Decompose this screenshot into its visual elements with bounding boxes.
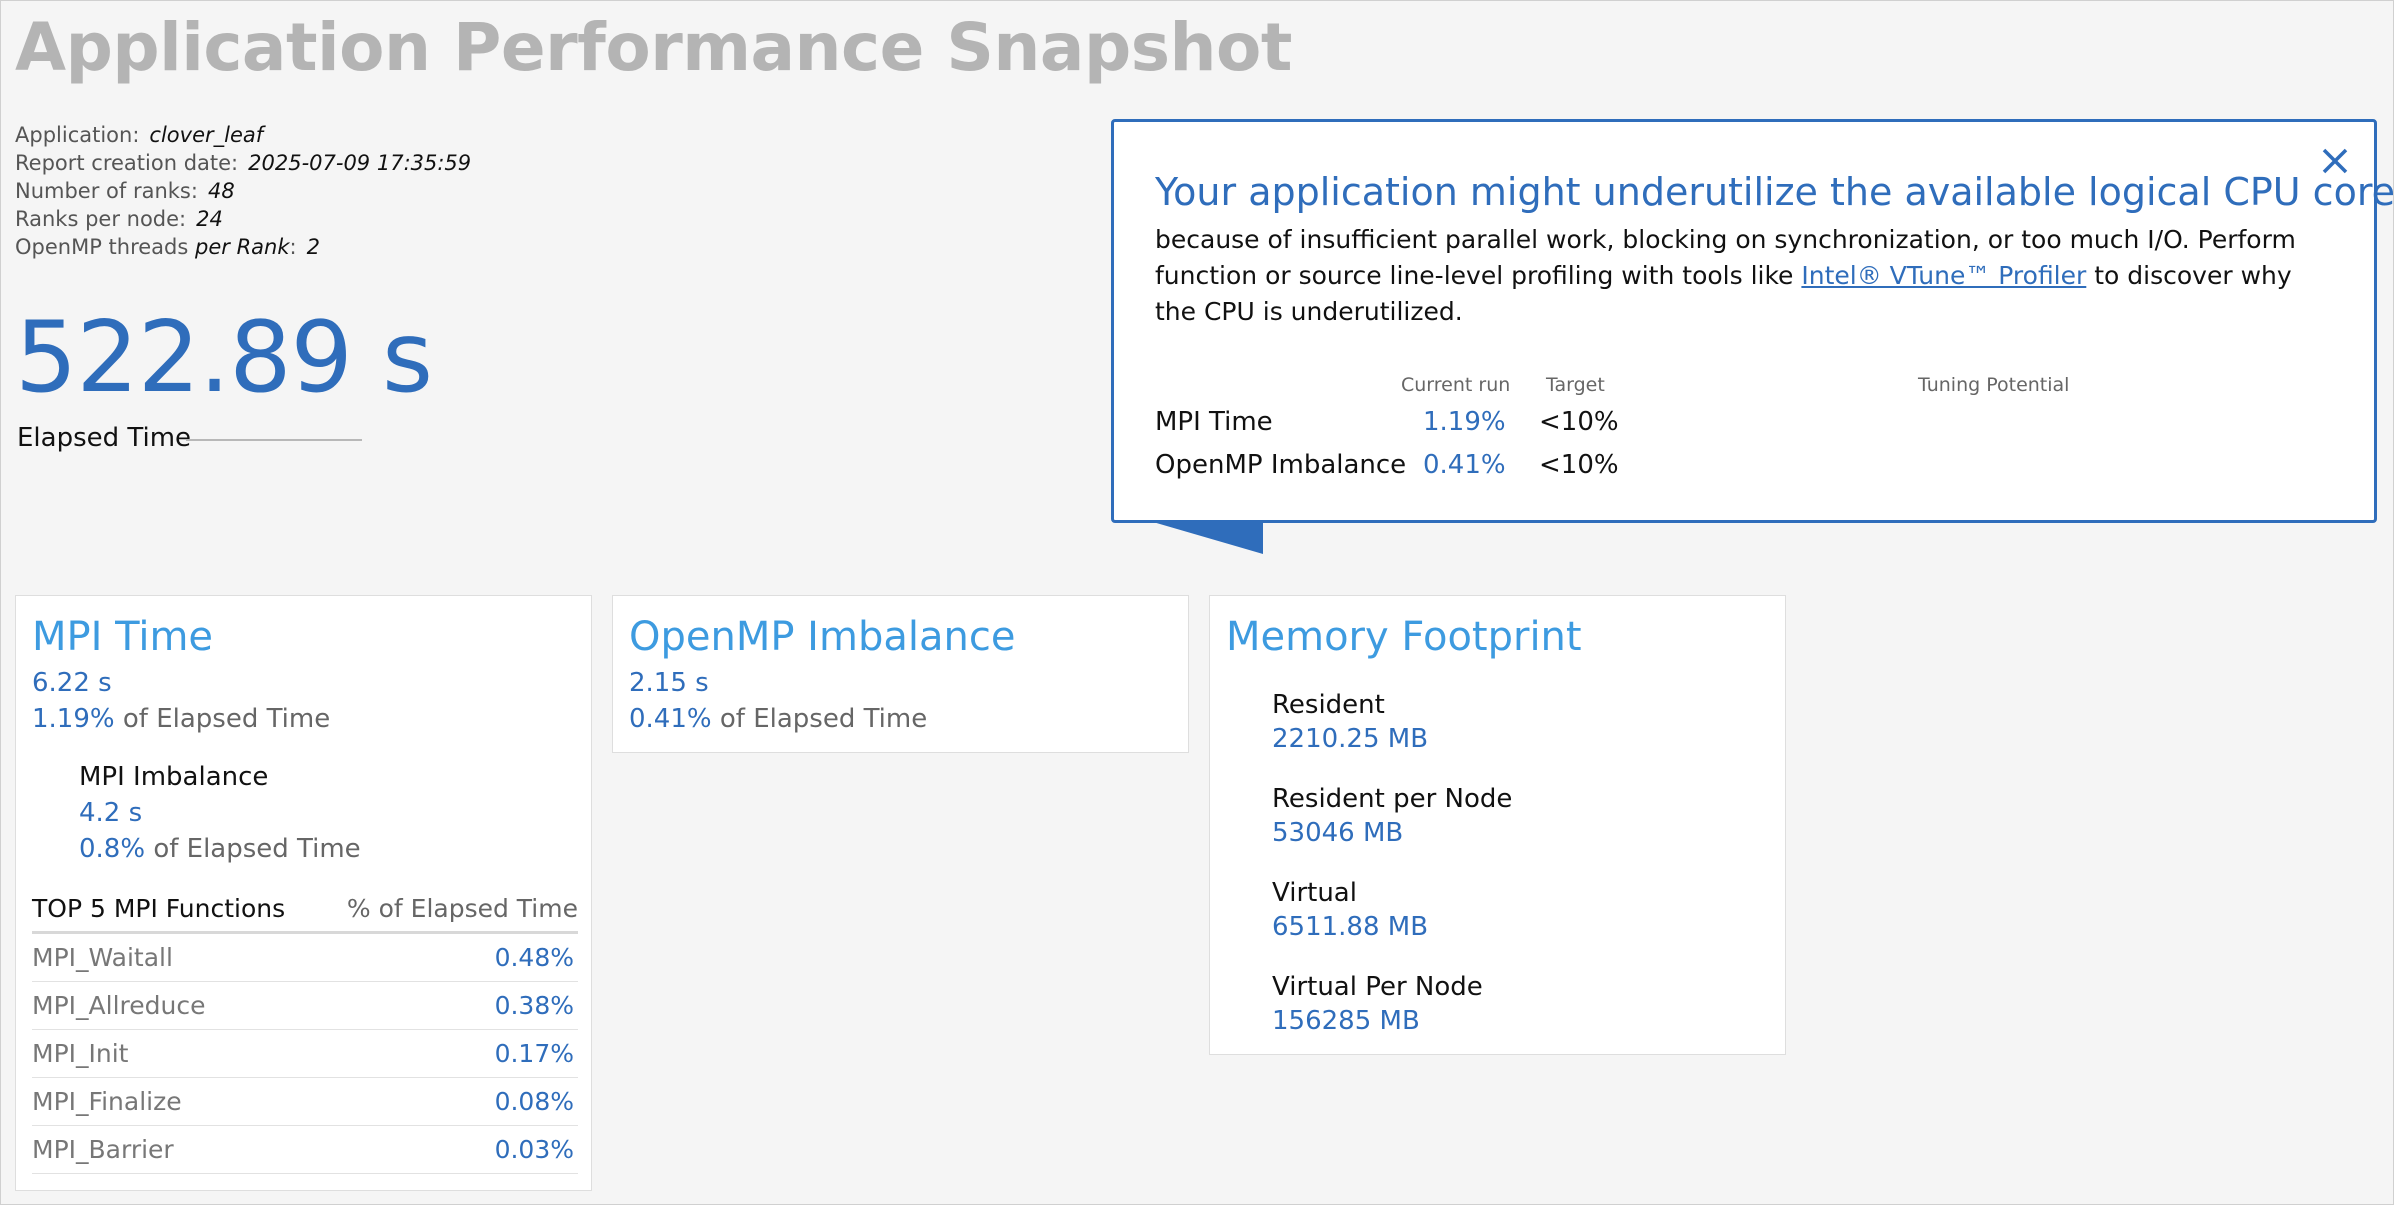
card-title: OpenMP Imbalance <box>629 614 1016 660</box>
col-current-run: Current run <box>1401 374 1511 396</box>
table-row: MPI_Barrier 0.03% <box>32 1126 578 1174</box>
memory-resident-per-node: Resident per Node 53046 MB <box>1272 784 1513 848</box>
row-mpi-time-current: 1.19% <box>1423 407 1506 437</box>
popup-heading: Your application might underutilize the … <box>1155 170 2394 214</box>
mpi-time-value: 6.22 s <box>32 668 112 698</box>
card-title: MPI Time <box>32 614 214 660</box>
table-row: MPI_Finalize 0.08% <box>32 1078 578 1126</box>
row-omp-imbalance-label: OpenMP Imbalance <box>1155 450 1407 480</box>
table-header: TOP 5 MPI Functions % of Elapsed Time <box>32 894 578 934</box>
meta-report-date: Report creation date: 2025-07-09 17:35:59 <box>15 151 472 175</box>
meta-ranks: Number of ranks: 48 <box>15 179 235 203</box>
meta-ranks-per-node: Ranks per node: 24 <box>15 207 223 231</box>
card-title: Memory Footprint <box>1226 614 1582 660</box>
mpi-imbalance-title: MPI Imbalance <box>79 762 269 792</box>
openmp-imbalance-card: OpenMP Imbalance 2.15 s 0.41% of Elapsed… <box>612 595 1189 753</box>
row-mpi-time-target: <10% <box>1539 407 1619 437</box>
row-omp-imbalance-current: 0.41% <box>1423 450 1506 480</box>
memory-resident: Resident 2210.25 MB <box>1272 690 1429 754</box>
report-metadata: Application: clover_leaf Report creation … <box>15 121 471 261</box>
elapsed-time-label: Elapsed Time <box>17 423 192 453</box>
elapsed-time-bar <box>186 439 362 441</box>
popup-body: because of insufficient parallel work, b… <box>1155 225 2296 326</box>
page-title: Application Performance Snapshot <box>15 9 1292 86</box>
popup-pointer <box>1153 522 1263 554</box>
mpi-time-percent: 1.19% of Elapsed Time <box>32 704 331 734</box>
omp-imbalance-time: 2.15 s <box>629 668 709 698</box>
col-target: Target <box>1546 374 1605 396</box>
memory-virtual-per-node: Virtual Per Node 156285 MB <box>1272 972 1483 1036</box>
row-mpi-time-label: MPI Time <box>1155 407 1273 437</box>
row-omp-imbalance-target: <10% <box>1539 450 1619 480</box>
mpi-imbalance-percent: 0.8% of Elapsed Time <box>79 834 361 864</box>
memory-footprint-card: Memory Footprint Resident 2210.25 MB Res… <box>1209 595 1786 1055</box>
vtune-profiler-link[interactable]: Intel® VTune™ Profiler <box>1801 261 2086 290</box>
col-tuning-potential: Tuning Potential <box>1918 374 2070 396</box>
table-row: MPI_Init 0.17% <box>32 1030 578 1078</box>
elapsed-time-value: 522.89 s <box>15 301 433 415</box>
cpu-underutilization-popup: Your application might underutilize the … <box>1111 119 2394 523</box>
table-row: MPI_Allreduce 0.38% <box>32 982 578 1030</box>
memory-virtual: Virtual 6511.88 MB <box>1272 878 1429 942</box>
table-row: MPI_Waitall 0.48% <box>32 934 578 982</box>
mpi-time-card: MPI Time 6.22 s 1.19% of Elapsed Time MP… <box>15 595 592 1191</box>
omp-imbalance-percent: 0.41% of Elapsed Time <box>629 704 928 734</box>
meta-omp-threads: OpenMP threads per Rank: 2 <box>15 235 320 259</box>
top-mpi-functions-table: TOP 5 MPI Functions % of Elapsed Time MP… <box>32 894 578 1174</box>
mpi-imbalance-time: 4.2 s <box>79 798 143 828</box>
meta-application: Application: clover_leaf <box>15 123 264 147</box>
